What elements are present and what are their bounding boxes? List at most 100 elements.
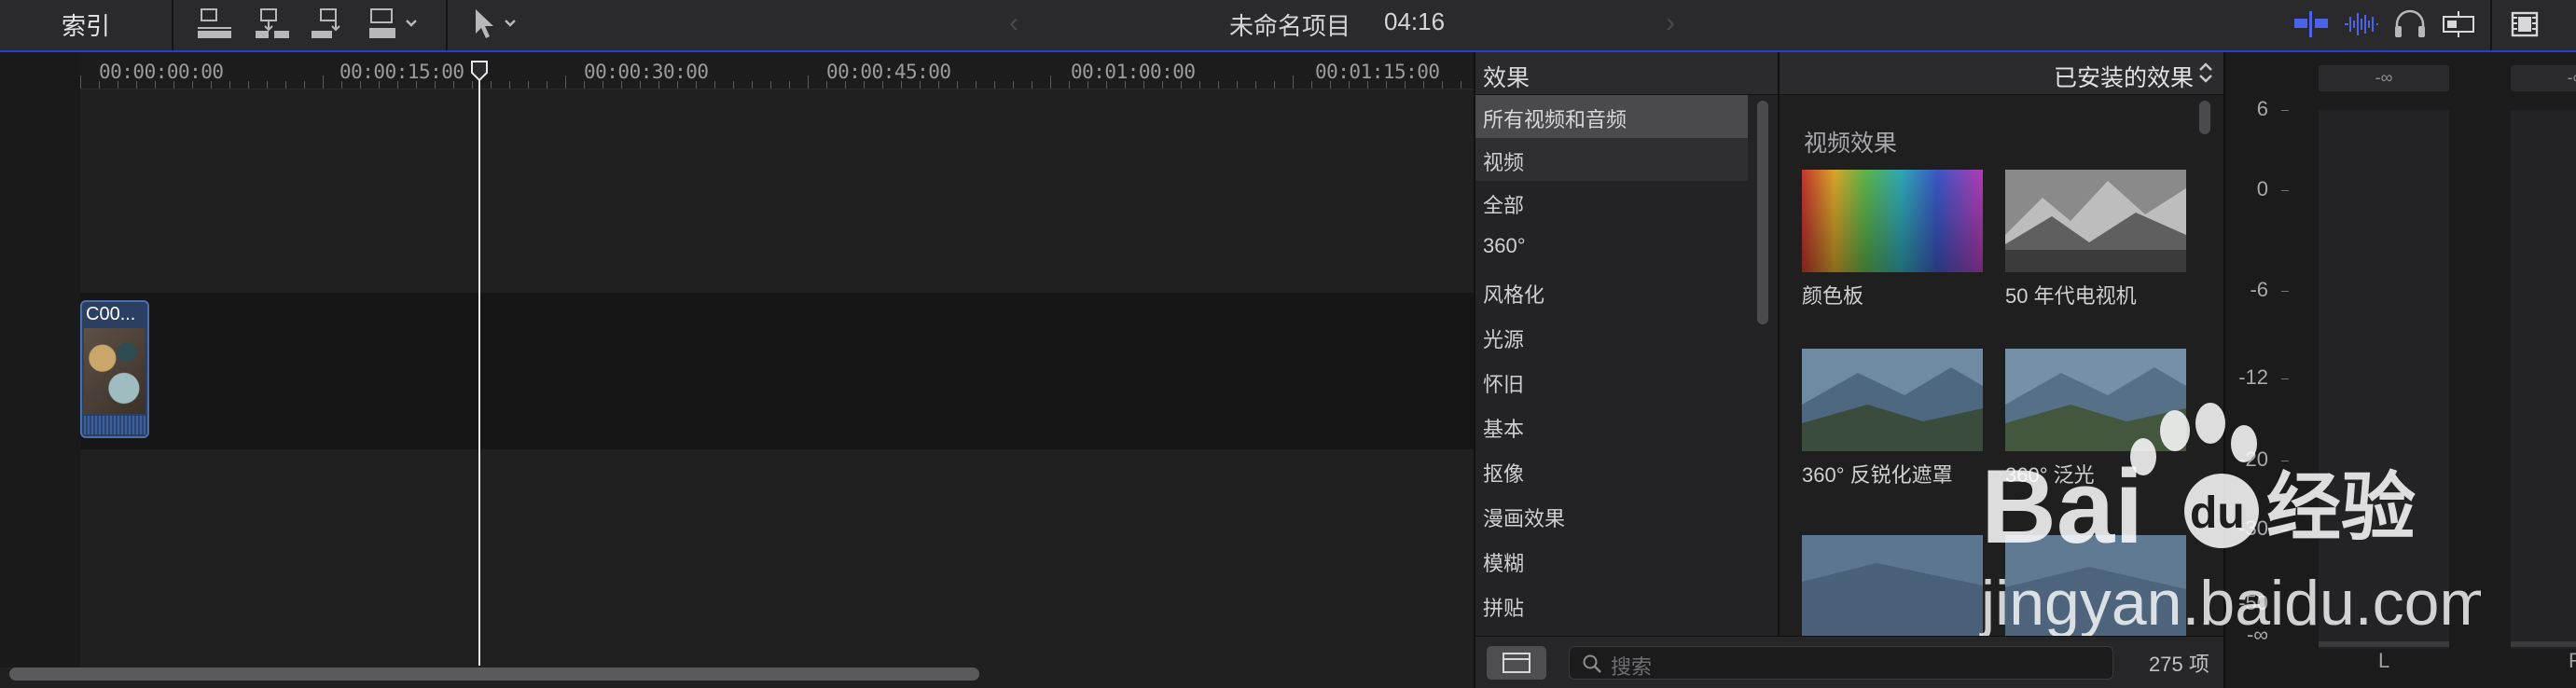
db-scale-label: -6 (2250, 278, 2268, 301)
project-title: 未命名项目 (1229, 12, 1351, 40)
timeline[interactable]: 00:00:00:00 00:00:15:00 00:00:30:00 00:0… (0, 52, 1474, 688)
category-item[interactable]: 漫画效果 (1475, 494, 1748, 537)
ruler-tick (99, 81, 100, 89)
db-tick (2281, 110, 2289, 111)
effects-grid-scrollbar[interactable] (2199, 101, 2210, 134)
playhead[interactable] (478, 62, 480, 666)
audio-skimming-icon[interactable] (2341, 7, 2382, 41)
ruler-tick (1255, 81, 1256, 89)
ruler-tick (173, 81, 174, 89)
ruler-tick (211, 81, 212, 89)
ruler-tick (920, 81, 921, 89)
snapping-icon[interactable] (2438, 7, 2479, 41)
previous-edit-icon[interactable]: ‹ (1009, 7, 1018, 39)
category-item[interactable]: 模糊 (1475, 539, 1748, 582)
timeline-scrollbar[interactable] (9, 667, 979, 681)
ruler-tick (752, 81, 753, 89)
headphones-icon[interactable] (2389, 7, 2431, 41)
db-scale-label: 6 (2256, 97, 2268, 120)
ruler-tick (1367, 81, 1368, 89)
ruler-tick (789, 81, 790, 89)
category-item[interactable]: 风格化 (1475, 270, 1748, 313)
ruler-tick (491, 81, 492, 89)
primary-storyline[interactable] (80, 293, 1474, 449)
ruler-tick (323, 76, 324, 89)
category-item[interactable]: 基本 (1475, 405, 1748, 447)
effect-thumbnail[interactable] (1802, 535, 1983, 636)
toolbar: 索引 ‹ 未命名项目 04:16 › (0, 0, 2576, 52)
category-item[interactable]: 怀旧 (1475, 360, 1748, 403)
toolbar-divider (446, 0, 448, 50)
ruler-tick (1106, 81, 1107, 89)
toggle-sidebar-button[interactable] (1487, 646, 1546, 680)
next-edit-icon[interactable]: › (1666, 7, 1675, 39)
ruler-tick (845, 81, 846, 89)
ruler-tick (528, 81, 529, 89)
ruler-tick (1423, 81, 1424, 89)
ruler-tick (472, 81, 473, 89)
ruler-tick (621, 81, 622, 89)
effect-thumbnail-50s-tv[interactable] (2005, 170, 2186, 272)
search-icon (1583, 654, 1601, 673)
index-button[interactable]: 索引 (62, 7, 110, 42)
svg-text:jingyan.baidu.com: jingyan.baidu.com (1979, 568, 2481, 636)
effect-thumbnail-color-board[interactable] (1802, 170, 1983, 272)
ruler-tick (808, 76, 809, 89)
filmstrip-icon[interactable] (2505, 7, 2546, 41)
db-scale-label: -12 (2238, 365, 2268, 389)
effects-search-field[interactable]: 搜索 (1569, 646, 2113, 680)
peak-readout-left: -∞ (2319, 65, 2449, 91)
ruler-tick (248, 81, 249, 89)
db-tick (2281, 190, 2289, 191)
category-item[interactable]: 全部 (1475, 181, 1748, 224)
ruler-tick (80, 76, 81, 89)
ruler-tick (677, 81, 678, 89)
categories-scrollbar[interactable] (1757, 101, 1768, 324)
ruler-tick (1013, 81, 1014, 89)
video-skimming-icon[interactable] (2291, 7, 2332, 41)
category-item[interactable]: 光源 (1475, 315, 1748, 358)
category-all-video-audio[interactable]: 所有视频和音频 (1475, 95, 1748, 138)
effect-label: 颜色板 (1802, 284, 1864, 308)
db-tick (2281, 378, 2289, 379)
peak-readout-right: -∞ (2511, 65, 2576, 91)
ruler-tick (1349, 81, 1350, 89)
timeline-ruler[interactable]: 00:00:00:00 00:00:15:00 00:00:30:00 00:0… (80, 52, 1474, 89)
meter-right-channel (2511, 110, 2576, 649)
ruler-tick (1293, 76, 1294, 89)
category-item[interactable]: 360° (1475, 226, 1748, 268)
db-tick (2281, 291, 2289, 292)
category-item[interactable]: 拼贴 (1475, 584, 1748, 626)
ruler-tick (397, 81, 398, 89)
category-item[interactable]: 抠像 (1475, 449, 1748, 492)
chevron-updown-icon[interactable] (2197, 60, 2214, 86)
ruler-tick (1199, 81, 1200, 89)
ruler-label: 00:01:15:00 (1315, 61, 1440, 83)
ruler-tick (1125, 81, 1126, 89)
db-scale-label: 0 (2256, 177, 2268, 200)
svg-text:Bai: Bai (1981, 448, 2143, 565)
effects-item-count: 275 项 (2149, 653, 2209, 676)
category-group-video[interactable]: 视频 (1475, 138, 1748, 181)
installed-effects-dropdown[interactable]: 已安装的效果 (2054, 60, 2194, 93)
select-tool-icon[interactable] (466, 6, 526, 43)
connect-clip-icon[interactable] (194, 6, 235, 43)
ruler-tick (1069, 81, 1070, 89)
meter-left-base (2319, 641, 2449, 647)
video-clip[interactable]: C00... (80, 300, 149, 438)
ruler-tick (1143, 81, 1144, 89)
ruler-tick (1330, 81, 1331, 89)
clip-name: C00... (86, 304, 136, 324)
effect-label: 360° 反锐化遮罩 (1802, 463, 1953, 487)
effect-thumbnail-360-unsharp-mask[interactable] (1802, 349, 1983, 451)
insert-clip-icon[interactable] (252, 6, 293, 43)
ruler-tick (696, 81, 697, 89)
toolbar-divider (172, 0, 173, 50)
append-clip-icon[interactable] (308, 6, 349, 43)
overwrite-clip-icon[interactable] (366, 6, 425, 43)
ruler-tick (938, 81, 939, 89)
playhead-handle-icon[interactable] (469, 60, 490, 82)
ruler-tick (1274, 81, 1275, 89)
ruler-label: 00:00:45:00 (826, 61, 951, 83)
ruler-tick (1237, 81, 1238, 89)
